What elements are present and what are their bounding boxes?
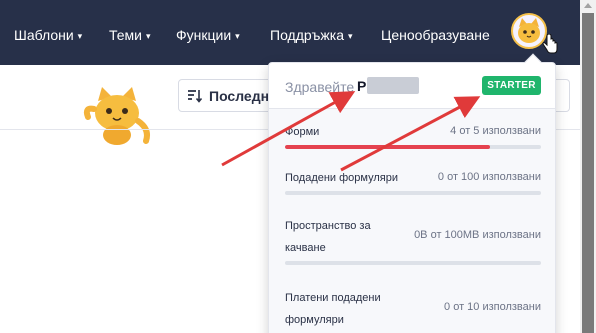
usage-value: 4 от 5 използвани <box>450 125 541 137</box>
scrollbar-thumb[interactable] <box>582 13 594 333</box>
usage-label: Форми <box>285 126 320 138</box>
greeting-text: Здравейте <box>285 79 355 95</box>
hand-cursor-icon <box>542 34 558 54</box>
usage-value: 0 от 10 използвани <box>444 301 541 313</box>
nav-templates-label: Шаблони <box>14 27 74 43</box>
nav-features-label: Функции <box>176 27 232 43</box>
nav-themes-label: Теми <box>109 27 142 43</box>
vertical-scrollbar[interactable] <box>580 0 596 333</box>
nav-features[interactable]: Функции ▾ <box>176 27 240 43</box>
usage-bar <box>285 261 541 265</box>
username-text: P <box>357 78 367 94</box>
usage-bar-fill <box>285 145 490 149</box>
usage-bar <box>285 191 541 195</box>
mascot-illustration <box>83 87 150 145</box>
nav-pricing[interactable]: Ценообразуване <box>381 27 490 43</box>
nav-themes[interactable]: Теми ▾ <box>109 27 151 43</box>
nav-templates[interactable]: Шаблони ▾ <box>14 27 82 43</box>
chevron-down-icon: ▾ <box>146 31 151 41</box>
usage-value: 0B от 100MB използвани <box>414 229 541 241</box>
usage-bar <box>285 145 541 149</box>
redacted-username <box>367 77 419 94</box>
nav-support[interactable]: Поддръжка ▾ <box>270 27 353 43</box>
nav-pricing-label: Ценообразуване <box>381 27 490 43</box>
chevron-down-icon: ▾ <box>348 31 353 41</box>
sort-icon <box>188 90 203 103</box>
usage-list: Форми 4 от 5 използвани Подадени формуля… <box>269 109 555 333</box>
account-header: Здравейте P STARTER <box>269 63 555 109</box>
chevron-down-icon: ▾ <box>235 31 240 41</box>
sort-label: Последна <box>209 88 277 104</box>
top-navbar: Шаблони ▾ Теми ▾ Функции ▾ Поддръжка ▾ Ценоо… <box>0 0 580 65</box>
plan-badge[interactable]: STARTER <box>482 76 541 95</box>
nav-support-label: Поддръжка <box>270 27 344 43</box>
chevron-down-icon: ▾ <box>77 31 83 41</box>
account-dropdown: Здравейте P STARTER Форми 4 от 5 използв… <box>268 53 556 333</box>
scroll-up-arrow-icon[interactable] <box>584 3 592 8</box>
usage-label: Подадени формуляри <box>285 172 398 184</box>
usage-value: 0 от 100 използвани <box>437 171 541 183</box>
usage-label: Пространство за качване <box>285 220 371 254</box>
sort-button[interactable]: Последна <box>178 79 278 112</box>
usage-label: Платени подадени формуляри <box>285 292 381 326</box>
